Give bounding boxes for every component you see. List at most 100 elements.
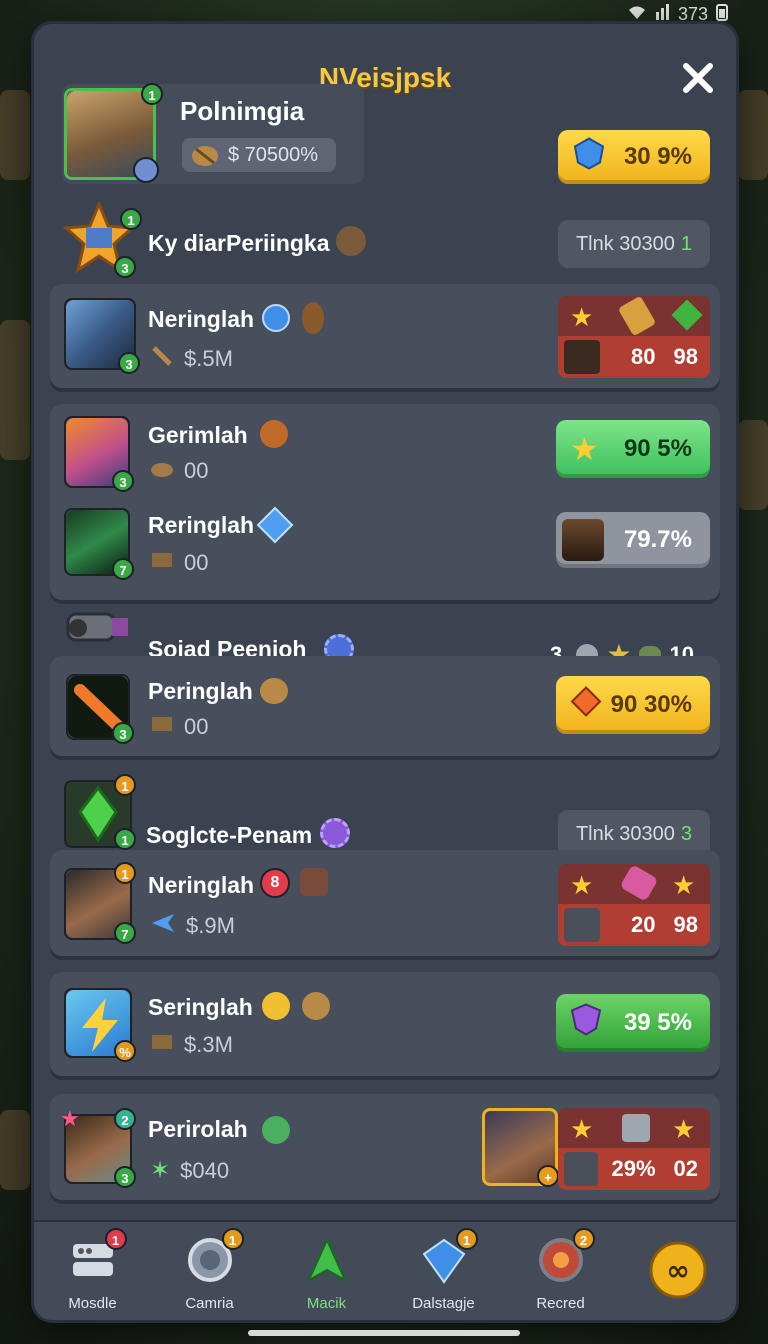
axe-icon [564, 908, 600, 942]
player-avatar[interactable]: 1 [64, 83, 163, 183]
row-sub: 00 [150, 714, 208, 740]
row-avatar: 1 7 [64, 862, 136, 944]
bread-icon [260, 678, 288, 704]
signal-icon [655, 3, 670, 25]
purple-shield-icon [570, 1003, 602, 1044]
blue-star-icon [262, 304, 290, 332]
lightning-orb-icon [320, 818, 350, 848]
leaderboard-row[interactable]: 3 Neringlah $.5M ★ 80 98 [50, 284, 720, 388]
blue-gem-icon [572, 137, 606, 178]
battery-readout: 373 [677, 3, 708, 24]
row-sub: 00 [150, 458, 208, 484]
star-icon: ★ [672, 870, 696, 900]
nav-item-recred[interactable]: 2 Recred [511, 1226, 611, 1316]
reward-value-a: 80 [631, 344, 656, 369]
row-sub: $.3M [150, 1032, 233, 1058]
player-progress-pill[interactable]: 30 9% [558, 130, 710, 184]
star-icon: ★ [570, 431, 599, 467]
row-name: Neringlah [148, 872, 255, 898]
row-sub: $.5M [150, 344, 233, 374]
leaderboard-row[interactable]: 3 Peringlah 00 90 30% [50, 656, 720, 756]
map-flag-icon [303, 1236, 351, 1284]
row-avatar: 3 [64, 416, 134, 492]
diamond-icon [256, 506, 294, 544]
nav-item-camria[interactable]: 1 Camria [160, 1226, 260, 1316]
star-icon: ★ [570, 1114, 594, 1144]
nav-item-dalstagje[interactable]: 1 Dalstagje [394, 1226, 494, 1316]
nav-item-macik[interactable]: Macik [277, 1226, 377, 1316]
hero-portrait[interactable]: + [482, 1108, 559, 1187]
row-progress-pill[interactable]: ★ 90 5% [556, 420, 710, 478]
row-rank-badge: 8 [260, 868, 290, 898]
row-name: Perirolah [148, 1116, 248, 1142]
star-icon: ★ [570, 302, 594, 332]
portrait-icon [302, 302, 324, 334]
bottom-nav: 1 Mosdle 1 Camria Macik 1 Dalstagje 2 Re… [34, 1220, 736, 1320]
svg-text:∞: ∞ [666, 1254, 689, 1287]
basketball-icon [260, 420, 288, 448]
row-name[interactable]: Gerimlah [148, 422, 248, 449]
chest-icon [300, 868, 328, 896]
section-title: Ky diarPeriingka [148, 230, 330, 256]
row-name: Neringlah [148, 306, 255, 332]
background-building [738, 420, 768, 510]
row-sub: 00 [150, 550, 208, 576]
background-building [0, 90, 30, 180]
home-indicator[interactable] [248, 1330, 520, 1336]
star-icon: ★ [570, 870, 594, 900]
reward-portrait-icon [564, 340, 600, 374]
section-header: 1 3 Ky diarPeriingka Tlnk 30300 1 [34, 200, 736, 278]
book-icon [150, 550, 174, 576]
row-progress-pill[interactable]: 39 5% [556, 994, 710, 1052]
cannon-icon [62, 598, 132, 654]
nav-item-infinity[interactable]: ∞ [628, 1226, 728, 1316]
reward-value-b: 98 [673, 344, 698, 369]
sword-icon [564, 1152, 598, 1186]
nav-item-mosdle[interactable]: 1 Mosdle [43, 1226, 143, 1316]
helmet-icon [336, 226, 366, 256]
reward-box[interactable]: ★ ★ 29% 02 [558, 1108, 710, 1190]
emoji-icon [262, 992, 290, 1020]
reward-box[interactable]: ★ ★ 20 98 [558, 864, 710, 946]
crate-icon [150, 1032, 174, 1058]
row-name: Seringlah [148, 994, 253, 1020]
hero-portrait-icon [562, 519, 604, 561]
leaderboard-group: 3 Gerimlah 00 ★ 90 5% 7 Reringlah 00 79.… [50, 404, 720, 600]
row-avatar: 3 [66, 674, 134, 744]
crate-icon [150, 714, 174, 740]
row-sub: ✶ $040 [150, 1157, 230, 1184]
leaderboard-row[interactable]: % Seringlah $.3M 39 5% [50, 972, 720, 1076]
emerald-icon: 1 1 [64, 774, 136, 850]
player-progress-value: 30 9% [623, 143, 692, 170]
orange-gem-icon [570, 686, 602, 725]
pink-star-icon: ★ [60, 1106, 80, 1131]
add-badge: + [537, 1165, 559, 1187]
background-building [0, 320, 30, 460]
bread-icon [150, 458, 174, 484]
sword-icon [150, 344, 174, 374]
row-avatar: % [64, 988, 136, 1062]
ore-icon [622, 1114, 650, 1142]
star-icon: ★ [672, 1114, 696, 1144]
close-button[interactable] [680, 62, 716, 98]
coin-icon [302, 992, 330, 1020]
row-progress-pill[interactable]: 79.7% [556, 512, 710, 568]
section-tag: Tlnk 30300 1 [558, 220, 710, 268]
row-name[interactable]: Reringlah [148, 512, 254, 539]
leaderboard-row[interactable]: 1 7 Neringlah 8 $.9M ★ ★ 20 98 [50, 850, 720, 956]
currency-value: $ 70500% [228, 144, 319, 166]
close-icon [683, 63, 713, 93]
section-header: 1 1 Soglcte-Penam Tlnk 30300 3 [34, 774, 736, 858]
row-avatar: 7 [64, 508, 134, 580]
row-name: Peringlah [148, 678, 253, 704]
background-building [738, 90, 768, 180]
shield-badge-icon [133, 157, 159, 183]
coin-bag-icon [190, 143, 220, 178]
scroll-icon [617, 296, 657, 337]
reward-box[interactable]: ★ 80 98 [558, 296, 710, 378]
section-header: Sojad Peenjoh 3. ★ 10 [34, 594, 736, 670]
row-progress-pill[interactable]: 90 30% [556, 676, 710, 734]
potion-icon [619, 864, 659, 902]
player-name: Polnimgia [180, 96, 305, 126]
leaderboard-row[interactable]: 2 3 ★ Perirolah ✶ $040 + ★ ★ 29% 02 [50, 1094, 720, 1200]
